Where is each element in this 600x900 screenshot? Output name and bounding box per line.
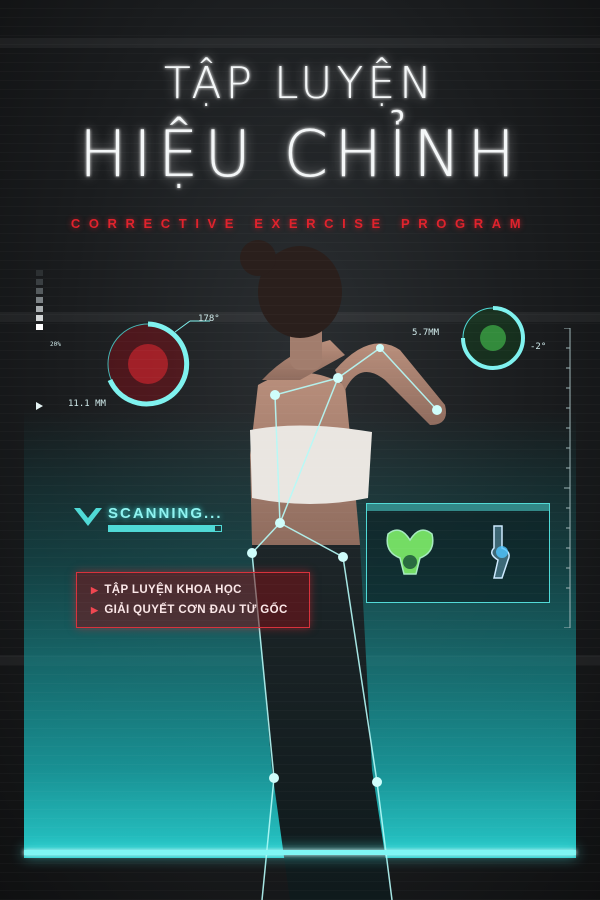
- triangle-bullet-icon: ▶: [91, 605, 99, 615]
- gauge-right-angle: -2°: [530, 342, 547, 352]
- gauge-left-angle: 178°: [198, 314, 220, 324]
- level-meter: [36, 270, 43, 330]
- right-joint-gauge: [461, 306, 525, 370]
- knee-scan-icon: [491, 525, 510, 579]
- left-joint-gauge: [107, 320, 210, 407]
- level-percent: 20%: [50, 341, 61, 348]
- person-figure: [240, 240, 446, 900]
- play-marker-icon: [36, 402, 43, 410]
- pelvis-scan-icon: [386, 529, 434, 575]
- side-ruler: [564, 328, 571, 628]
- scan-progress-fill: [109, 526, 216, 531]
- gauge-left-measure: 11.1 MM: [68, 399, 106, 409]
- hair-bun: [240, 240, 276, 276]
- poster: TẬP LUYỆN HIỆU CHỈNH CORRECTIVE EXERCISE…: [0, 0, 600, 900]
- feature-list: ▶ TẬP LUYỆN KHOA HỌC ▶ GIẢI QUYẾT CƠN ĐAU …: [76, 572, 310, 628]
- scan-baseline: [24, 850, 576, 855]
- feature-item: ▶ TẬP LUYỆN KHOA HỌC: [91, 584, 242, 596]
- gauge-right-measure: 5.7MM: [412, 328, 440, 338]
- scan-progress-bar: [108, 525, 222, 532]
- scan-label: SCANNING...: [108, 505, 223, 522]
- feature-item: ▶ GIẢI QUYẾT CƠN ĐAU TỪ GỐC: [91, 604, 288, 616]
- right-arm: [335, 343, 446, 425]
- triangle-bullet-icon: ▶: [91, 585, 99, 595]
- scan-chevron-icon: [74, 508, 102, 526]
- bone-scan-panel-header: [366, 503, 550, 511]
- sports-bra: [250, 425, 372, 504]
